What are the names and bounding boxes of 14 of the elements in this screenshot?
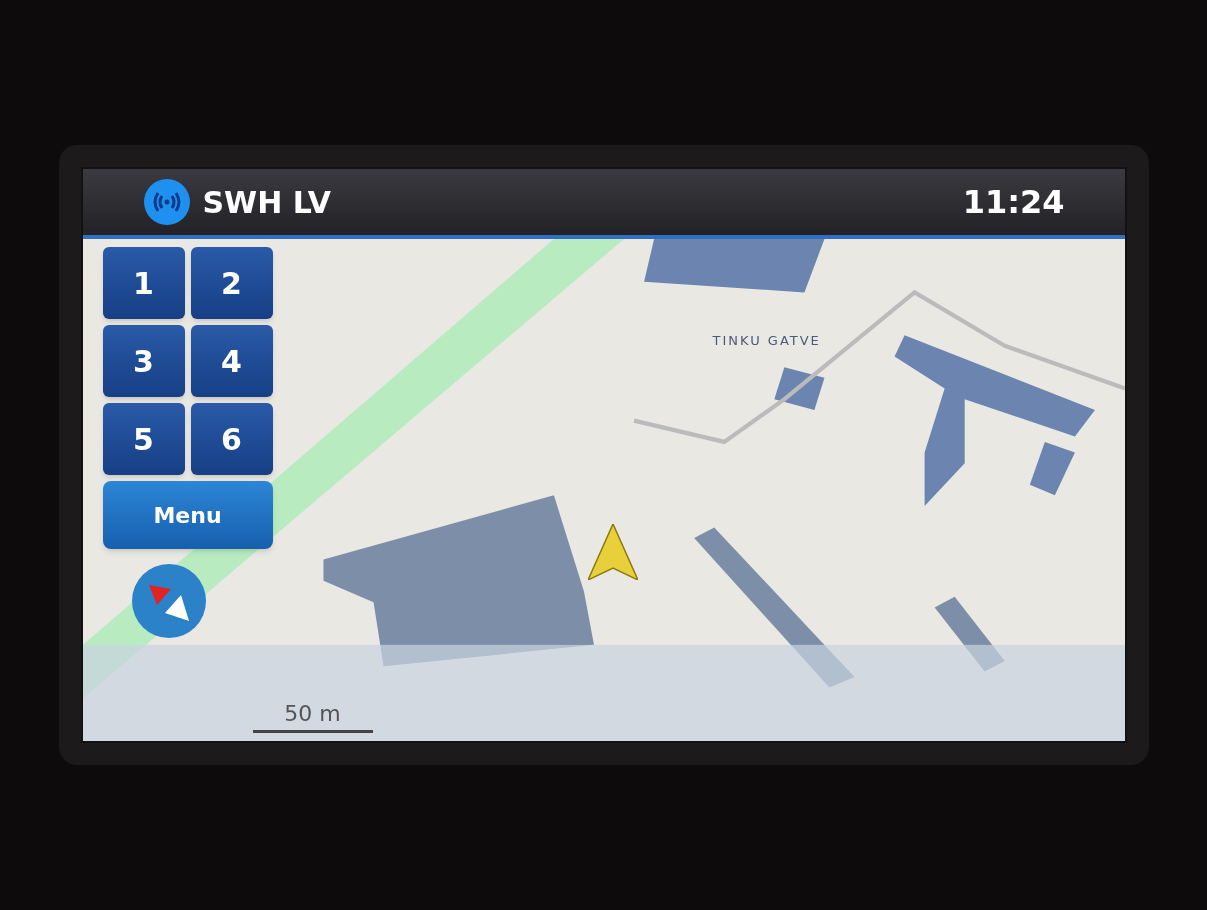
preset-button[interactable]: 2: [190, 247, 273, 319]
radio-signal-icon: [142, 178, 191, 226]
preset-button[interactable]: 6: [190, 403, 273, 475]
scale-label: 50 m: [284, 700, 341, 728]
menu-button[interactable]: Menu: [102, 481, 273, 549]
street-label: TINKU GATVE: [712, 332, 821, 350]
preset-button[interactable]: 4: [190, 325, 273, 397]
position-arrow-icon: [587, 524, 638, 580]
preset-button[interactable]: 3: [102, 325, 185, 397]
clock-time: 11:24: [962, 182, 1065, 223]
preset-button[interactable]: 1: [102, 247, 185, 319]
station-name: SWH LV: [202, 183, 331, 222]
compass-icon[interactable]: [130, 563, 207, 639]
preset-button[interactable]: 5: [102, 403, 185, 475]
